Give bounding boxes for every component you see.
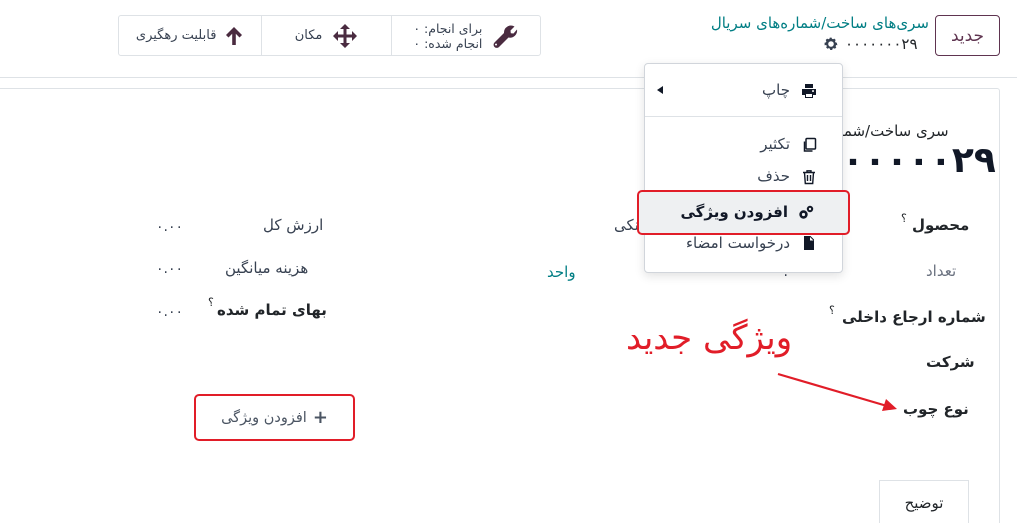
traceability-label: قابلیت رهگیری <box>135 28 217 43</box>
new-button-label: جدید <box>950 25 985 46</box>
landed-cost-help-icon[interactable]: ؟ <box>208 296 214 309</box>
breadcrumb[interactable]: سری‌های ساخت/شماره‌های سریال <box>711 14 929 32</box>
location-label: مکان <box>294 28 323 43</box>
company-label: شرکت <box>926 353 975 371</box>
arrow-up-icon <box>226 26 243 45</box>
printer-icon <box>802 84 816 98</box>
wood-type-label: نوع چوب <box>903 400 969 418</box>
traceability-button[interactable]: قابلیت رهگیری <box>119 16 261 55</box>
avg-cost-value: ۰.۰۰ <box>156 261 184 277</box>
new-button[interactable]: جدید <box>935 15 1000 56</box>
location-button[interactable]: مکان <box>261 16 390 55</box>
menu-add-property-label: افزودن ویژگی <box>680 203 788 221</box>
tab-description[interactable]: توضیح <box>879 480 969 523</box>
trash-icon <box>803 170 815 185</box>
copy-icon <box>803 137 817 152</box>
internal-ref-help-icon[interactable]: ؟ <box>829 304 835 317</box>
caret-left-icon <box>657 86 663 94</box>
gear-dropdown-menu: چاپ تکثیر حذف درخواست امضاء <box>644 63 843 273</box>
smart-buttons: قابلیت رهگیری مکان برای انجام: ۰ انجام ش… <box>118 15 541 56</box>
record-name: ۰۰۰۰۰۰۰۲۹ <box>845 35 918 53</box>
product-label: محصول <box>912 216 970 234</box>
gear-icon[interactable] <box>823 36 839 52</box>
move-arrows-icon <box>333 23 358 48</box>
divider <box>0 77 1017 78</box>
menu-separator <box>645 116 842 117</box>
lot-name-value[interactable]: ۰۰۰۰۰۲۹ <box>842 140 996 181</box>
avg-cost-label: هزینه میانگین <box>225 259 309 277</box>
add-property-button[interactable]: افزودن ویژگی + <box>194 394 355 441</box>
annotation-arrow-icon <box>777 372 897 411</box>
done-count: انجام شده: ۰ <box>413 35 483 51</box>
internal-ref-label: شماره ارجاع داخلی <box>842 308 986 326</box>
annotation-label: ویژگی جدید <box>626 318 793 358</box>
add-property-label: افزودن ویژگی <box>221 409 307 426</box>
landed-cost-label: بهای تمام شده <box>217 301 327 319</box>
control-panel: جدید سری‌های ساخت/شماره‌های سریال ۰۰۰۰۰۰… <box>0 0 1017 78</box>
menu-item-delete[interactable]: حذف <box>645 161 842 191</box>
landed-cost-value: ۰.۰۰ <box>156 304 184 320</box>
product-help-icon[interactable]: ؟ <box>901 212 907 225</box>
unit-value[interactable]: واحد <box>547 263 576 281</box>
lot-field-label: سری ساخت/شمار <box>832 122 949 140</box>
moves-button[interactable]: برای انجام: ۰ انجام شده: ۰ <box>390 16 540 55</box>
menu-item-duplicate[interactable]: تکثیر <box>645 129 842 159</box>
menu-item-print[interactable]: چاپ <box>645 75 842 105</box>
gears-icon <box>799 205 814 219</box>
menu-item-add-property[interactable]: افزودن ویژگی <box>637 190 850 235</box>
plus-icon: + <box>312 407 328 428</box>
total-value-label: ارزش کل <box>263 216 324 234</box>
file-text-icon <box>804 236 814 250</box>
to-do-count: برای انجام: ۰ <box>413 20 483 36</box>
record-title-row: ۰۰۰۰۰۰۰۲۹ <box>823 34 918 54</box>
product-value[interactable]: نکی <box>614 216 639 234</box>
total-value: ۰.۰۰ <box>156 219 184 235</box>
quantity-label: تعداد <box>926 262 957 280</box>
wrench-icon <box>493 25 518 48</box>
moves-counts: برای انجام: ۰ انجام شده: ۰ <box>413 21 482 51</box>
